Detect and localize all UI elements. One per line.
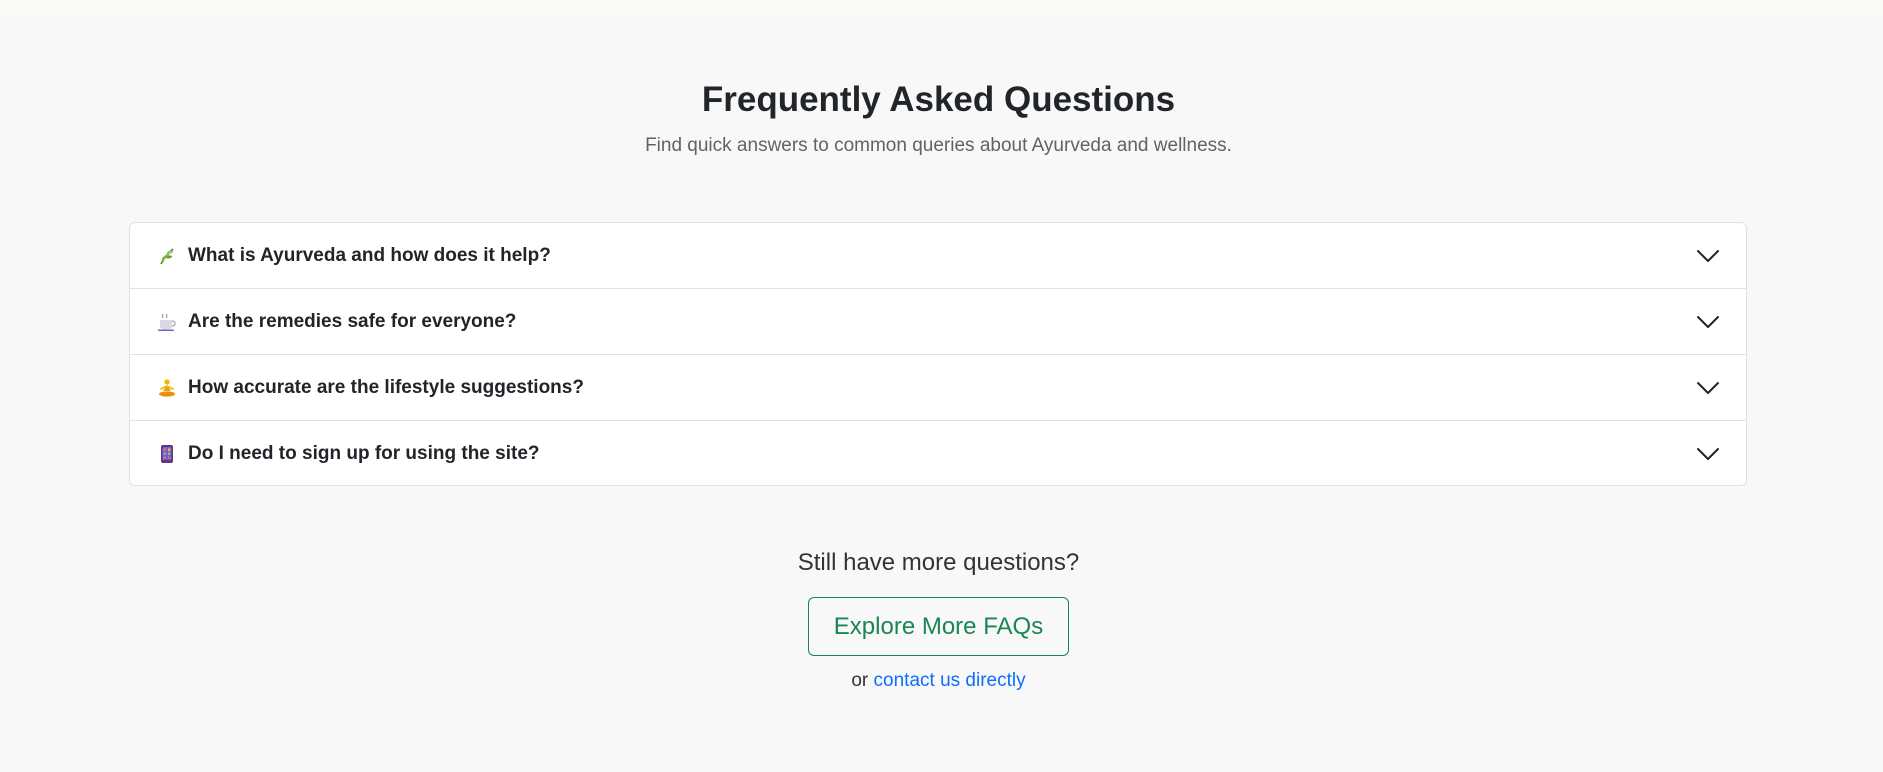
faq-item-lifestyle[interactable]: How accurate are the lifestyle suggestio… bbox=[130, 355, 1746, 421]
chevron-down-icon[interactable] bbox=[1696, 381, 1720, 395]
chevron-down-icon[interactable] bbox=[1696, 249, 1720, 263]
top-strip bbox=[0, 0, 1883, 20]
explore-more-faqs-button[interactable]: Explore More FAQs bbox=[808, 597, 1069, 656]
page-subtitle: Find quick answers to common queries abo… bbox=[645, 135, 1232, 156]
faq-item-ayurveda[interactable]: What is Ayurveda and how does it help? bbox=[130, 223, 1746, 289]
faq-question: What is Ayurveda and how does it help? bbox=[188, 244, 551, 266]
or-text: or bbox=[851, 670, 869, 691]
phone-icon bbox=[157, 444, 177, 464]
herb-icon bbox=[157, 246, 177, 266]
faq-page: Frequently Asked Questions Find quick an… bbox=[0, 0, 1883, 772]
faq-question: Are the remedies safe for everyone? bbox=[188, 310, 517, 332]
page-title: Frequently Asked Questions bbox=[701, 80, 1176, 119]
more-questions-title: Still have more questions? bbox=[797, 549, 1080, 576]
faq-item-remedies[interactable]: Are the remedies safe for everyone? bbox=[130, 289, 1746, 355]
hot-beverage-icon bbox=[157, 312, 177, 332]
contact-us-link[interactable]: contact us directly bbox=[874, 670, 1026, 691]
meditation-icon bbox=[157, 378, 177, 398]
faq-question: Do I need to sign up for using the site? bbox=[188, 443, 540, 464]
chevron-down-icon[interactable] bbox=[1696, 447, 1720, 461]
faq-item-signup[interactable]: Do I need to sign up for using the site? bbox=[130, 421, 1746, 485]
faq-accordion: What is Ayurveda and how does it help? A… bbox=[129, 222, 1747, 486]
contact-line: or contact us directly bbox=[0, 669, 1877, 693]
chevron-down-icon[interactable] bbox=[1696, 315, 1720, 329]
faq-question: How accurate are the lifestyle suggestio… bbox=[188, 376, 584, 398]
